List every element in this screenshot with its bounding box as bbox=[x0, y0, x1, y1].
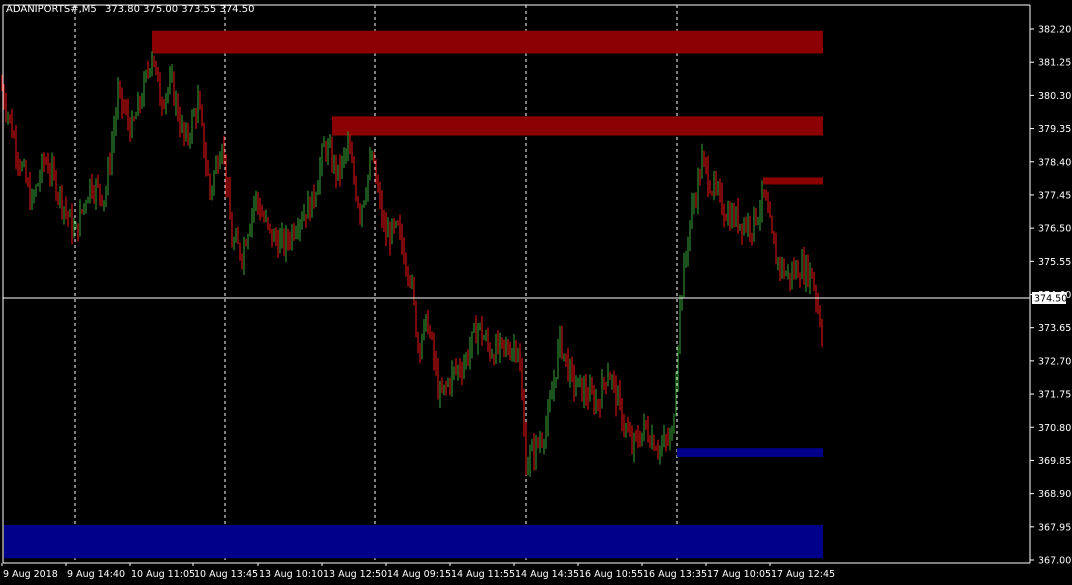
current-price-label: 374.50 bbox=[1034, 293, 1067, 304]
y-tick-label: 379.35 bbox=[1038, 124, 1071, 135]
y-tick-label: 373.65 bbox=[1038, 323, 1071, 334]
x-tick-label: 14 Aug 11:55 bbox=[451, 569, 515, 580]
support-zone bbox=[4, 525, 823, 559]
y-tick-label: 369.85 bbox=[1038, 456, 1071, 467]
y-tick-label: 368.90 bbox=[1038, 489, 1071, 500]
x-tick-label: 13 Aug 12:50 bbox=[323, 569, 387, 580]
y-tick-label: 377.45 bbox=[1038, 190, 1071, 201]
y-tick-label: 367.00 bbox=[1038, 556, 1071, 567]
y-tick-label: 370.80 bbox=[1038, 423, 1071, 434]
resistance-zone bbox=[332, 116, 823, 136]
x-tick-label: 14 Aug 09:15 bbox=[387, 569, 451, 580]
y-tick-label: 372.70 bbox=[1038, 356, 1071, 367]
price-chart[interactable]: 367.00 367.95 368.90 369.85 370.80 371.75 372.… bbox=[0, 0, 1072, 585]
resistance-zone bbox=[763, 177, 823, 185]
y-tick-label: 382.20 bbox=[1038, 25, 1071, 36]
x-tick-label: 9 Aug 2018 bbox=[3, 569, 58, 580]
y-tick-label: 371.75 bbox=[1038, 390, 1071, 401]
ohlc-readout: 373.80 375.00 373.55 374.50 bbox=[104, 4, 255, 15]
x-tick-label: 16 Aug 13:35 bbox=[643, 569, 707, 580]
y-tick-label: 367.95 bbox=[1038, 522, 1071, 533]
x-tick-label: 17 Aug 12:45 bbox=[771, 569, 835, 580]
chart-background bbox=[0, 0, 1072, 585]
resistance-zone bbox=[152, 30, 823, 54]
x-tick-label: 14 Aug 14:35 bbox=[515, 569, 579, 580]
symbol-timeframe: ADANIPORTS#,M5 bbox=[6, 4, 97, 15]
support-zone bbox=[677, 448, 823, 457]
chart-header: ADANIPORTS#,M5 373.80 375.00 373.55 374.… bbox=[6, 4, 254, 15]
x-tick-label: 10 Aug 13:45 bbox=[194, 569, 258, 580]
y-tick-label: 380.30 bbox=[1038, 91, 1071, 102]
y-tick-label: 376.50 bbox=[1038, 224, 1071, 235]
x-tick-label: 13 Aug 10:10 bbox=[259, 569, 323, 580]
y-tick-label: 375.55 bbox=[1038, 257, 1071, 268]
x-tick-label: 17 Aug 10:05 bbox=[707, 569, 771, 580]
x-tick-label: 10 Aug 11:05 bbox=[131, 569, 195, 580]
x-tick-label: 9 Aug 14:40 bbox=[67, 569, 125, 580]
y-tick-label: 381.25 bbox=[1038, 58, 1071, 69]
x-tick-label: 16 Aug 10:55 bbox=[579, 569, 643, 580]
y-tick-label: 378.40 bbox=[1038, 157, 1071, 168]
